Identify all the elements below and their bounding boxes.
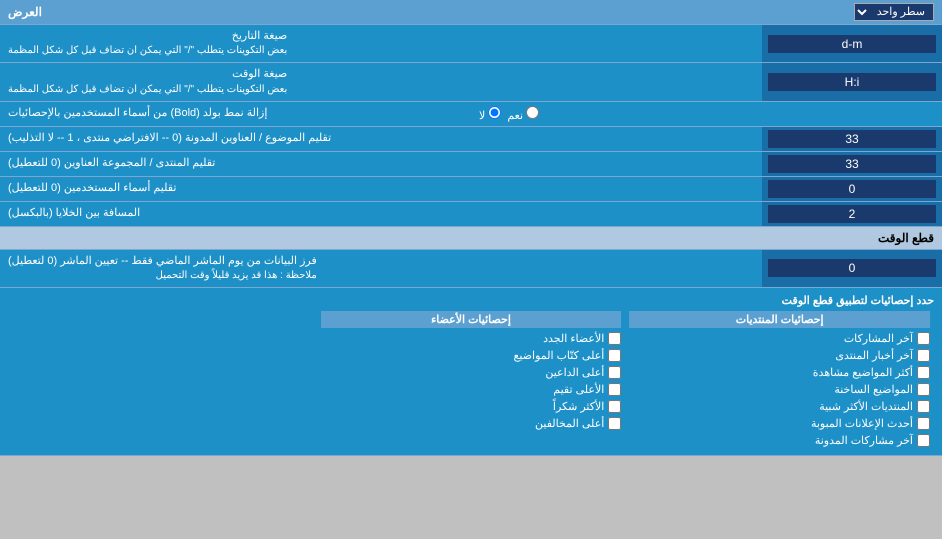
checkbox-item[interactable]: المواضيع الساخنة (629, 381, 930, 398)
stats-col-members: إحصائيات الأعضاء الأعضاء الجدد أعلى كتّا… (317, 311, 626, 449)
checkbox-hot-topics[interactable] (917, 383, 930, 396)
date-format-label: صيغة التاريخ بعض التكوينات يتطلب "/" الت… (0, 25, 762, 62)
checkbox-item[interactable]: أعلى الداعين (321, 364, 622, 381)
dropdown-area[interactable]: سطر واحد سطرين ثلاثة أسطر (854, 3, 934, 21)
stats-col-empty (8, 311, 317, 449)
radio-no-label[interactable]: لا (479, 106, 501, 122)
header-right-label: العرض (8, 5, 42, 19)
date-format-input-cell[interactable] (762, 25, 942, 62)
checkbox-new-members[interactable] (608, 332, 621, 345)
forum-title-label: تقليم المنتدى / المجموعة العناوين (0 للت… (0, 152, 762, 176)
checkbox-most-thanked[interactable] (608, 400, 621, 413)
topic-title-label: تقليم الموضوع / العناوين المدونة (0 -- ا… (0, 127, 762, 151)
checkbox-most-similar[interactable] (917, 400, 930, 413)
checkbox-item[interactable]: آخر المشاركات (629, 330, 930, 347)
cut-input[interactable] (768, 259, 936, 277)
checkbox-top-writers[interactable] (608, 349, 621, 362)
cell-spacing-input[interactable] (768, 205, 936, 223)
date-format-input[interactable] (768, 35, 936, 53)
forum-title-row: تقليم المنتدى / المجموعة العناوين (0 للت… (0, 152, 942, 177)
topic-title-row: تقليم الموضوع / العناوين المدونة (0 -- ا… (0, 127, 942, 152)
checkbox-forum-news[interactable] (917, 349, 930, 362)
bold-remove-label: إزالة نمط بولد (Bold) من أسماء المستخدمي… (0, 102, 471, 126)
checkbox-top-inviters[interactable] (608, 366, 621, 379)
time-format-row: صيغة الوقت بعض التكوينات يتطلب "/" التي … (0, 63, 942, 101)
cell-spacing-input-cell[interactable] (762, 202, 942, 226)
topic-title-input[interactable] (768, 130, 936, 148)
username-trim-input-cell[interactable] (762, 177, 942, 201)
checkbox-item[interactable]: آخر مشاركات المدونة (629, 432, 930, 449)
username-trim-input[interactable] (768, 180, 936, 198)
checkbox-classified-ads[interactable] (917, 417, 930, 430)
stats-col-forums: إحصائيات المنتديات آخر المشاركات آخر أخب… (625, 311, 934, 449)
checkbox-item[interactable]: الأعلى تقيم (321, 381, 622, 398)
forum-title-input[interactable] (768, 155, 936, 173)
checkbox-item[interactable]: أعلى المخالفين (321, 415, 622, 432)
stats-grid: إحصائيات المنتديات آخر المشاركات آخر أخب… (8, 311, 934, 449)
bold-remove-row: نعم لا إزالة نمط بولد (Bold) من أسماء ال… (0, 102, 942, 127)
checkbox-most-viewed[interactable] (917, 366, 930, 379)
checkbox-item[interactable]: آخر أخبار المنتدى (629, 347, 930, 364)
stats-col-forums-title: إحصائيات المنتديات (629, 311, 930, 328)
checkbox-last-posts[interactable] (917, 332, 930, 345)
cut-label: فرز البيانات من يوم الماشر الماضي فقط --… (0, 250, 762, 287)
checkbox-item[interactable]: أكثر المواضيع مشاهدة (629, 364, 930, 381)
cut-input-cell[interactable] (762, 250, 942, 287)
checkbox-item[interactable]: المنتديات الأكثر شبية (629, 398, 930, 415)
checkbox-blog-posts[interactable] (917, 434, 930, 447)
cut-section-header: قطع الوقت (0, 227, 942, 250)
cell-spacing-row: المسافة بين الخلايا (بالبكسل) (0, 202, 942, 227)
checkbox-item[interactable]: أحدث الإعلانات المبوبة (629, 415, 930, 432)
checkbox-item[interactable]: الأعضاء الجدد (321, 330, 622, 347)
stats-title: حدد إحصائيات لتطبيق قطع الوقت (8, 294, 934, 307)
stats-col-members-title: إحصائيات الأعضاء (321, 311, 622, 328)
checkbox-item[interactable]: الأكثر شكراً (321, 398, 622, 415)
radio-no[interactable] (488, 106, 501, 119)
time-format-label: صيغة الوقت بعض التكوينات يتطلب "/" التي … (0, 63, 762, 100)
checkbox-item[interactable]: أعلى كتّاب المواضيع (321, 347, 622, 364)
date-format-row: صيغة التاريخ بعض التكوينات يتطلب "/" الت… (0, 25, 942, 63)
stats-section: حدد إحصائيات لتطبيق قطع الوقت إحصائيات ا… (0, 288, 942, 456)
radio-yes[interactable] (526, 106, 539, 119)
username-trim-row: تقليم أسماء المستخدمين (0 للتعطيل) (0, 177, 942, 202)
checkbox-top-violators[interactable] (608, 417, 621, 430)
radio-yes-label[interactable]: نعم (507, 106, 539, 122)
time-format-input[interactable] (768, 73, 936, 91)
username-trim-label: تقليم أسماء المستخدمين (0 للتعطيل) (0, 177, 762, 201)
topic-title-input-cell[interactable] (762, 127, 942, 151)
bold-remove-radio-cell[interactable]: نعم لا (471, 102, 942, 126)
cut-section-row: فرز البيانات من يوم الماشر الماضي فقط --… (0, 250, 942, 288)
forum-title-input-cell[interactable] (762, 152, 942, 176)
display-select[interactable]: سطر واحد سطرين ثلاثة أسطر (854, 3, 934, 21)
cell-spacing-label: المسافة بين الخلايا (بالبكسل) (0, 202, 762, 226)
header-row: سطر واحد سطرين ثلاثة أسطر العرض (0, 0, 942, 25)
checkbox-top-rated[interactable] (608, 383, 621, 396)
time-format-input-cell[interactable] (762, 63, 942, 100)
